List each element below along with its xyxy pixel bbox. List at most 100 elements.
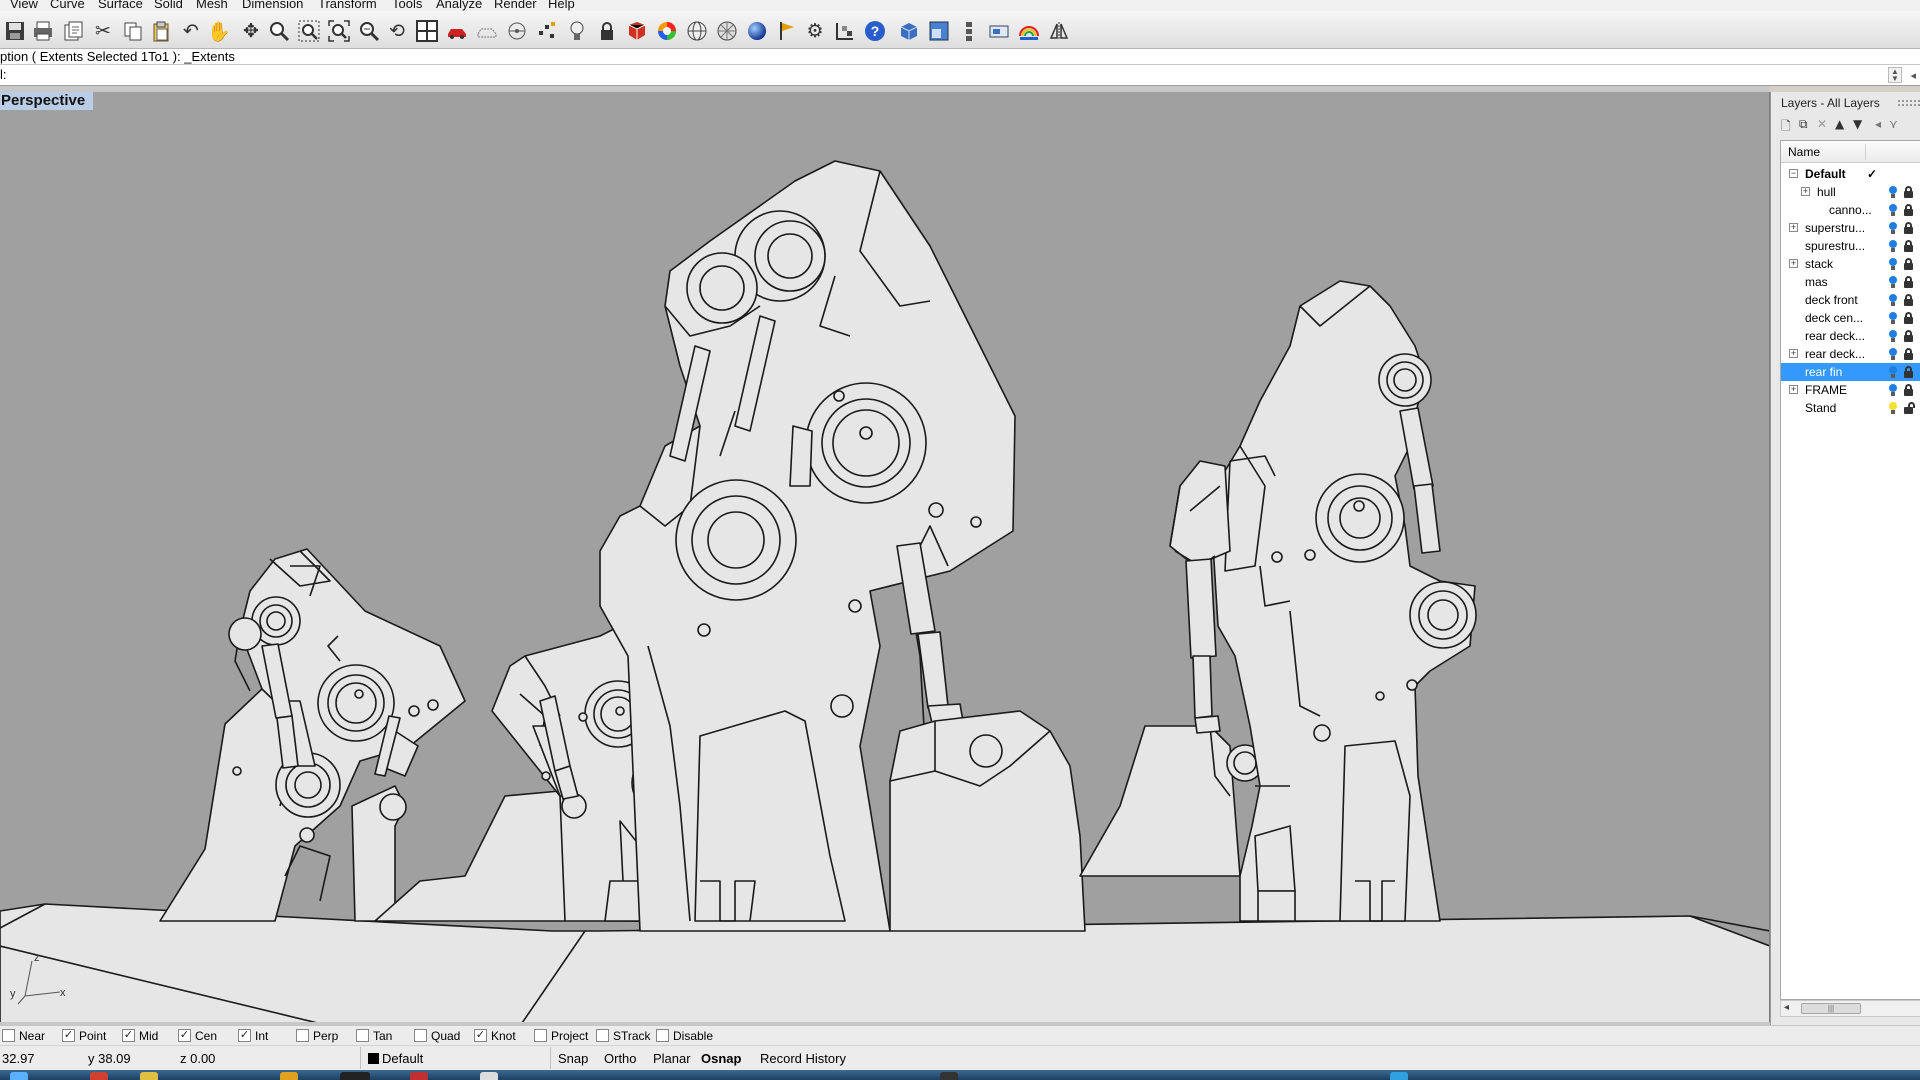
record-history-toggle[interactable]: Record History — [760, 1051, 846, 1066]
layer-visibility-bulb-icon[interactable] — [1889, 294, 1897, 306]
lock-icon[interactable] — [1904, 276, 1913, 288]
layer-visibility-bulb-icon[interactable] — [1889, 348, 1897, 360]
settings-gear-icon[interactable]: ⚙ — [802, 18, 828, 44]
taskbar-app-icon[interactable] — [280, 1072, 298, 1080]
layer-name[interactable]: stack — [1805, 255, 1833, 273]
lock-icon[interactable] — [1904, 186, 1913, 198]
sphere-icon[interactable] — [684, 18, 710, 44]
osnap-quad[interactable]: Quad — [414, 1029, 460, 1043]
layer-visibility-bulb-icon[interactable] — [1889, 384, 1897, 396]
command-scroll-spinner[interactable]: ▲ ▼ — [1888, 67, 1902, 83]
layer-visibility-bulb-icon[interactable] — [1889, 330, 1897, 342]
layers-horizontal-scrollbar[interactable]: ◂ ||| — [1780, 1000, 1920, 1017]
panel-grip-handle[interactable] — [1898, 100, 1920, 106]
scroll-thumb[interactable]: ||| — [1801, 1003, 1861, 1014]
named-view-icon[interactable] — [986, 18, 1012, 44]
taskbar-app-icon[interactable] — [480, 1072, 498, 1080]
new-sublayer-icon[interactable]: ⧉ — [1799, 117, 1808, 132]
planar-toggle[interactable]: Planar — [653, 1051, 691, 1066]
menu-analyze[interactable]: Analyze — [436, 0, 482, 11]
paste-icon[interactable] — [148, 18, 174, 44]
zoom-selected-icon[interactable] — [356, 18, 382, 44]
expand-icon[interactable]: + — [1789, 385, 1798, 394]
osnap-int[interactable]: ✓ Int — [238, 1029, 268, 1043]
layer-visibility-bulb-icon[interactable] — [1889, 222, 1897, 234]
layer-visibility-bulb-icon[interactable] — [1889, 312, 1897, 324]
expand-icon[interactable]: + — [1801, 187, 1810, 196]
osnap-tan[interactable]: Tan — [356, 1029, 392, 1043]
lock-icon[interactable] — [1904, 204, 1913, 216]
move-view-icon[interactable]: ✥ — [238, 18, 264, 44]
layer-name[interactable]: superstru... — [1805, 219, 1865, 237]
layer-row[interactable]: mas — [1781, 273, 1920, 291]
new-layer-icon[interactable]: 🗋 — [1781, 117, 1791, 138]
layer-visibility-bulb-icon[interactable] — [1889, 402, 1897, 414]
layer-row[interactable]: + hull — [1781, 183, 1920, 201]
layer-visibility-bulb-icon[interactable] — [1889, 204, 1897, 216]
lock-icon[interactable] — [1904, 366, 1913, 378]
layer-row[interactable]: deck front — [1781, 291, 1920, 309]
cut-icon[interactable]: ✂ — [90, 18, 116, 44]
lock-icon[interactable] — [1904, 294, 1913, 306]
checkbox[interactable]: ✓ — [122, 1029, 135, 1042]
lock-icon[interactable] — [1904, 222, 1913, 234]
four-viewports-icon[interactable] — [414, 18, 440, 44]
layer-row[interactable]: rear fin — [1781, 363, 1920, 381]
save-icon[interactable] — [2, 18, 28, 44]
checkbox[interactable] — [356, 1029, 369, 1042]
layer-row[interactable]: rear deck... — [1781, 327, 1920, 345]
mirror-icon[interactable] — [1046, 18, 1072, 44]
menu-dimension[interactable]: Dimension — [242, 0, 303, 11]
layer-visibility-bulb-icon[interactable] — [1889, 240, 1897, 252]
layer-name[interactable]: deck front — [1805, 291, 1858, 309]
layer-row[interactable]: + superstru... — [1781, 219, 1920, 237]
taskbar-app-icon[interactable] — [410, 1072, 428, 1080]
render-mesh-icon[interactable] — [624, 18, 650, 44]
menu-curve[interactable]: Curve — [50, 0, 85, 11]
lock-icon[interactable] — [594, 18, 620, 44]
checkbox[interactable]: ✓ — [178, 1029, 191, 1042]
checkbox[interactable] — [296, 1029, 309, 1042]
unlock-icon[interactable] — [1904, 402, 1915, 414]
menu-tools[interactable]: Tools — [392, 0, 422, 11]
ortho-toggle[interactable]: Ortho — [604, 1051, 637, 1066]
osnap-toggle[interactable]: Osnap — [701, 1051, 741, 1066]
layer-row[interactable]: + stack — [1781, 255, 1920, 273]
layer-row[interactable]: Stand — [1781, 399, 1920, 417]
checkbox[interactable] — [414, 1029, 427, 1042]
delete-layer-icon[interactable]: ✕ — [1817, 117, 1827, 131]
layer-row[interactable]: canno... — [1781, 201, 1920, 219]
box-icon[interactable] — [896, 18, 922, 44]
menu-surface[interactable]: Surface — [98, 0, 143, 11]
checkbox[interactable]: ✓ — [238, 1029, 251, 1042]
layer-row[interactable]: − Default ✓ — [1781, 165, 1920, 183]
taskbar-app-icon[interactable] — [90, 1072, 108, 1080]
export-icon[interactable] — [60, 18, 86, 44]
layer-name[interactable]: rear deck... — [1805, 345, 1865, 363]
options-icon[interactable] — [832, 18, 858, 44]
layer-name[interactable]: rear fin — [1805, 363, 1842, 381]
osnap-near[interactable]: Near — [2, 1029, 45, 1043]
layer-visibility-bulb-icon[interactable] — [1889, 276, 1897, 288]
layer-name[interactable]: canno... — [1829, 201, 1872, 219]
light-icon[interactable] — [564, 18, 590, 44]
taskbar-app-icon[interactable] — [940, 1072, 958, 1080]
snap-toggle[interactable]: Snap — [558, 1051, 588, 1066]
osnap-cen[interactable]: ✓ Cen — [178, 1029, 217, 1043]
scroll-left-arrow-icon[interactable]: ◂ — [1784, 1002, 1789, 1013]
checkbox[interactable]: ✓ — [474, 1029, 487, 1042]
checkbox[interactable] — [534, 1029, 547, 1042]
lock-icon[interactable] — [1904, 330, 1913, 342]
collapse-panel-icon[interactable]: ◂ — [1875, 117, 1881, 131]
menu-view[interactable]: View — [10, 0, 38, 11]
osnap-perp[interactable]: Perp — [296, 1029, 338, 1043]
lock-icon[interactable] — [1904, 240, 1913, 252]
viewport-title-tab[interactable]: Perspective — [0, 92, 94, 110]
zoom-window-icon[interactable] — [296, 18, 322, 44]
render-sphere-icon[interactable] — [744, 18, 770, 44]
rotate-view-icon[interactable]: ⟲ — [384, 18, 410, 44]
expand-icon[interactable]: + — [1789, 259, 1798, 268]
start-button-icon[interactable] — [10, 1072, 28, 1080]
grid-icon[interactable] — [714, 18, 740, 44]
move-up-icon[interactable]: ▲ — [1835, 117, 1844, 131]
